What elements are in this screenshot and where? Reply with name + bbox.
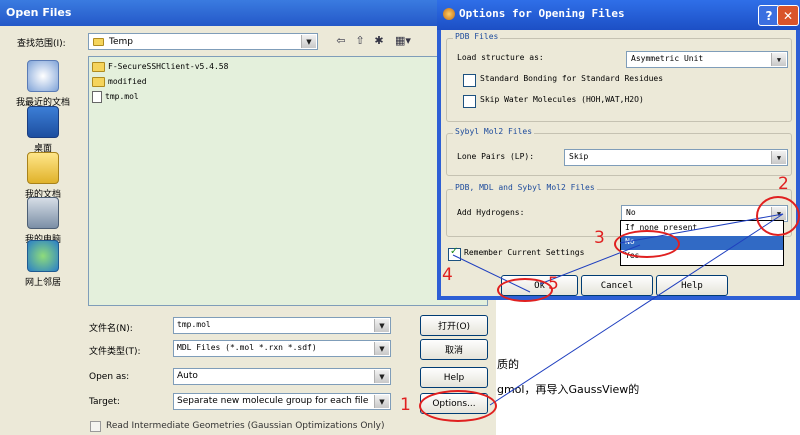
annotation-ellipse: [419, 390, 497, 422]
annotation-number: 2: [778, 174, 789, 194]
annotation-ellipse: [756, 196, 800, 236]
annotation-number: 3: [594, 228, 605, 248]
annotation-ellipse: [497, 278, 553, 302]
annotation-number: 1: [400, 395, 411, 415]
annotation-lines: [452, 213, 784, 406]
annotation-ellipse: [614, 230, 680, 258]
annotation-number: 4: [442, 265, 453, 285]
annotation-number: 5: [548, 274, 559, 294]
